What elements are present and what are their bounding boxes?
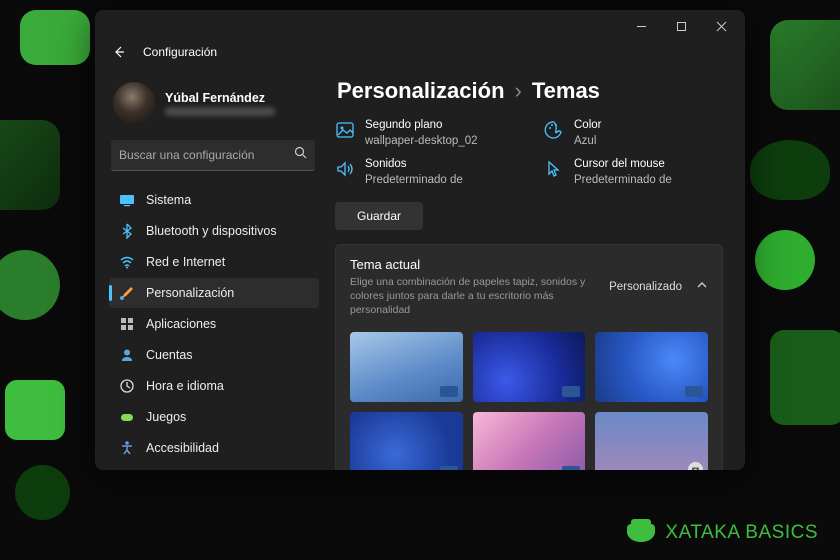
sidebar-item-bluetooth[interactable]: Bluetooth y dispositivos	[109, 216, 319, 246]
theme-thumbnails	[350, 332, 708, 470]
theme-color-link[interactable]: ColorAzul	[544, 118, 723, 149]
theme-background-link[interactable]: Segundo planowallpaper-desktop_02	[335, 118, 514, 149]
search-box[interactable]	[111, 140, 315, 171]
profile-email-redacted	[165, 107, 275, 116]
breadcrumb-leaf: Temas	[532, 78, 600, 104]
camera-icon	[688, 462, 703, 470]
sidebar-item-gaming[interactable]: Juegos	[109, 402, 319, 432]
sound-icon	[335, 159, 355, 179]
sidebar-item-apps[interactable]: Aplicaciones	[109, 309, 319, 339]
prop-value: Predeterminado de	[365, 173, 463, 189]
breadcrumb: Personalización › Temas	[335, 74, 723, 118]
accounts-icon	[119, 347, 135, 363]
theme-thumbnail[interactable]	[595, 412, 708, 470]
save-button[interactable]: Guardar	[335, 202, 423, 230]
image-icon	[335, 120, 355, 140]
accessibility-icon	[119, 440, 135, 456]
sidebar-item-time-language[interactable]: Hora e idioma	[109, 371, 319, 401]
app-title: Configuración	[143, 45, 217, 59]
sidebar: Yúbal Fernández Sistema Bluetooth y disp…	[95, 68, 325, 470]
system-icon	[119, 192, 135, 208]
bluetooth-icon	[119, 223, 135, 239]
sidebar-item-privacy[interactable]: Privacidad y seguridad	[109, 464, 319, 470]
card-title: Tema actual	[350, 257, 595, 272]
prop-label: Segundo plano	[365, 118, 478, 134]
profile-block[interactable]: Yúbal Fernández	[109, 76, 319, 138]
sidebar-item-network[interactable]: Red e Internet	[109, 247, 319, 277]
theme-cursor-link[interactable]: Cursor del mousePredeterminado de	[544, 157, 723, 188]
theme-thumbnail[interactable]	[473, 332, 586, 402]
search-icon	[294, 146, 307, 164]
window-header: Configuración	[95, 42, 745, 68]
sidebar-item-accounts[interactable]: Cuentas	[109, 340, 319, 370]
sidebar-item-label: Juegos	[146, 410, 186, 424]
search-input[interactable]	[119, 148, 294, 162]
sidebar-item-system[interactable]: Sistema	[109, 185, 319, 215]
profile-name: Yúbal Fernández	[165, 91, 275, 105]
theme-properties: Segundo planowallpaper-desktop_02 ColorA…	[335, 118, 723, 188]
prop-label: Cursor del mouse	[574, 157, 672, 173]
titlebar	[95, 10, 745, 42]
sidebar-item-label: Cuentas	[146, 348, 193, 362]
theme-thumbnail[interactable]	[473, 412, 586, 470]
content-pane: Personalización › Temas Segundo planowal…	[325, 68, 745, 470]
theme-sounds-link[interactable]: SonidosPredeterminado de	[335, 157, 514, 188]
prop-label: Color	[574, 118, 601, 134]
palette-icon	[544, 120, 564, 140]
sidebar-item-label: Hora e idioma	[146, 379, 224, 393]
watermark: XATAKA BASICS	[627, 522, 818, 544]
cursor-icon	[544, 159, 564, 179]
wifi-icon	[119, 254, 135, 270]
maximize-button[interactable]	[661, 12, 701, 40]
prop-value: wallpaper-desktop_02	[365, 134, 478, 150]
current-theme-value: Personalizado	[609, 281, 682, 293]
minimize-button[interactable]	[621, 12, 661, 40]
prop-value: Azul	[574, 134, 601, 150]
apps-icon	[119, 316, 135, 332]
graduation-cap-icon	[627, 524, 655, 542]
chevron-up-icon	[696, 278, 708, 296]
sidebar-item-label: Accesibilidad	[146, 441, 219, 455]
sidebar-item-label: Bluetooth y dispositivos	[146, 224, 277, 238]
nav-list: Sistema Bluetooth y dispositivos Red e I…	[109, 185, 319, 470]
breadcrumb-root[interactable]: Personalización	[337, 78, 505, 104]
games-icon	[119, 409, 135, 425]
theme-thumbnail[interactable]	[595, 332, 708, 402]
watermark-text: XATAKA BASICS	[665, 522, 818, 544]
current-theme-expander[interactable]: Tema actual Elige una combinación de pap…	[350, 257, 708, 318]
avatar	[113, 82, 155, 124]
sidebar-item-label: Personalización	[146, 286, 234, 300]
chevron-right-icon: ›	[515, 78, 522, 104]
sidebar-item-label: Aplicaciones	[146, 317, 216, 331]
settings-window: Configuración Yúbal Fernández Siste	[95, 10, 745, 470]
sidebar-item-accessibility[interactable]: Accesibilidad	[109, 433, 319, 463]
back-button[interactable]	[109, 42, 129, 62]
close-button[interactable]	[701, 12, 741, 40]
card-description: Elige una combinación de papeles tapiz, …	[350, 275, 595, 318]
prop-label: Sonidos	[365, 157, 463, 173]
theme-thumbnail[interactable]	[350, 412, 463, 470]
sidebar-item-label: Red e Internet	[146, 255, 225, 269]
sidebar-item-label: Sistema	[146, 193, 191, 207]
brush-icon	[119, 285, 135, 301]
prop-value: Predeterminado de	[574, 173, 672, 189]
clock-icon	[119, 378, 135, 394]
sidebar-item-personalization[interactable]: Personalización	[109, 278, 319, 308]
theme-thumbnail[interactable]	[350, 332, 463, 402]
current-theme-card: Tema actual Elige una combinación de pap…	[335, 244, 723, 470]
